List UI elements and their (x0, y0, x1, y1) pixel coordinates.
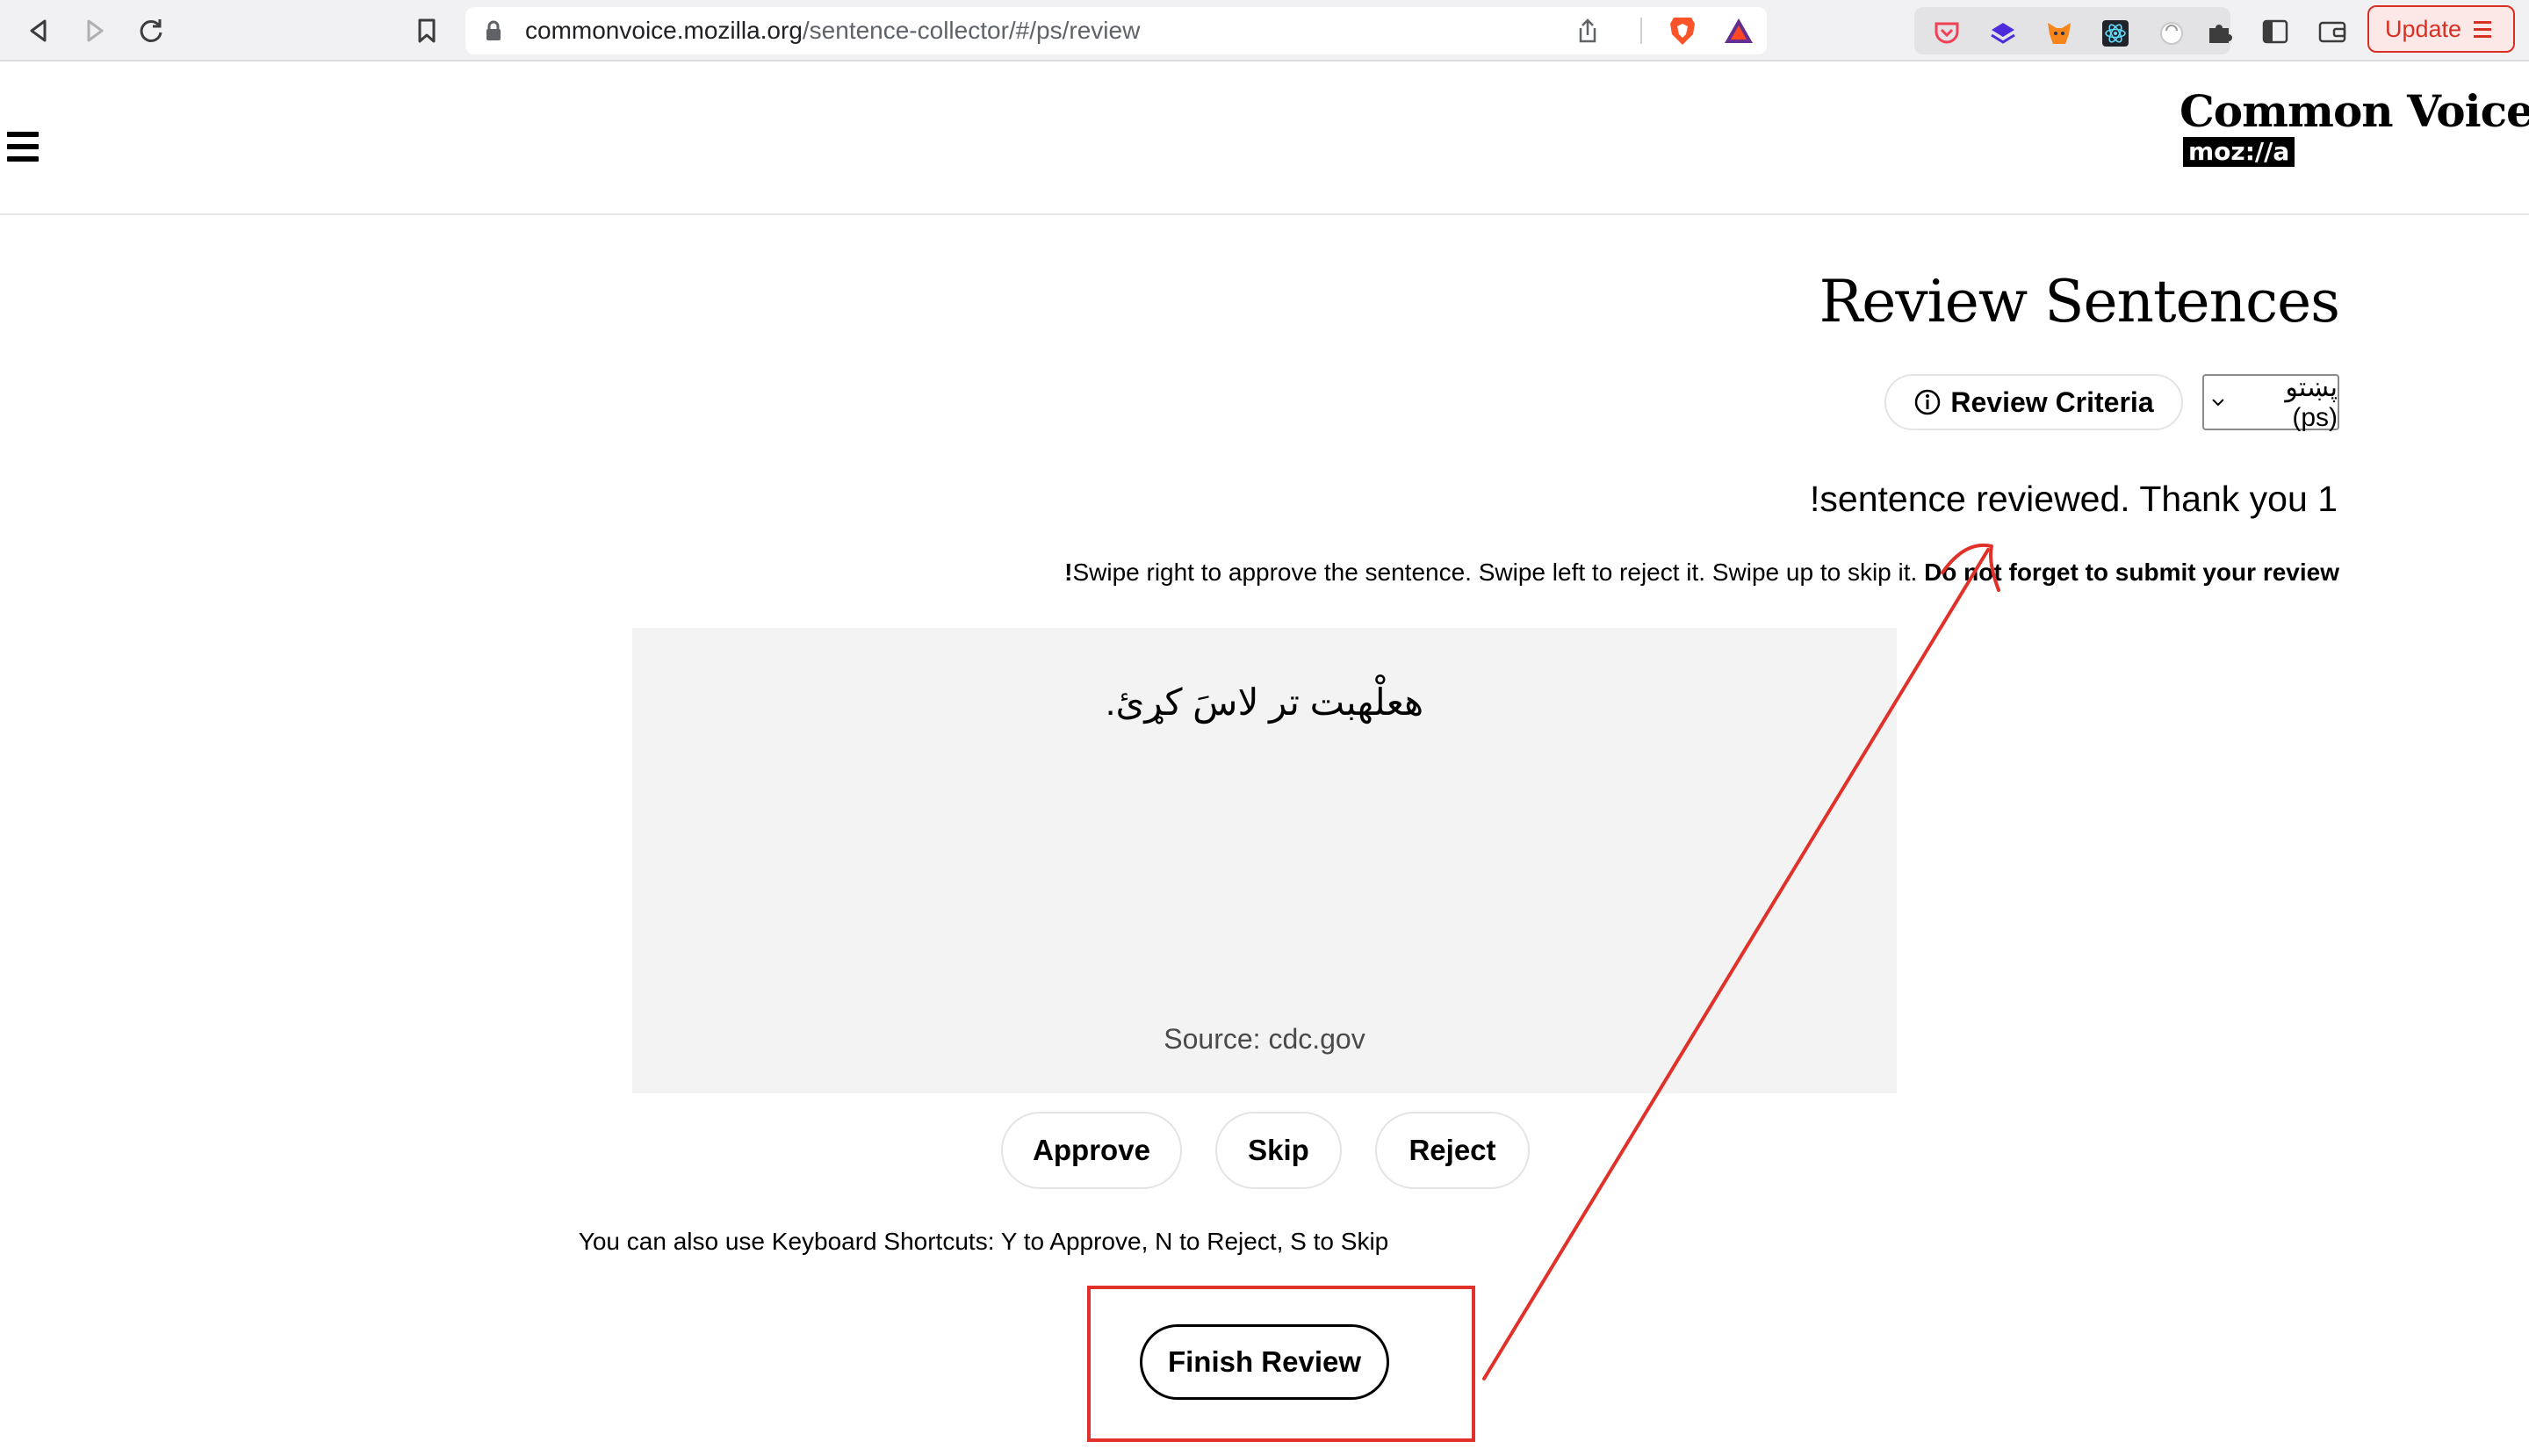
metamask-fox-icon[interactable] (2046, 20, 2072, 47)
url-host: commonvoice.mozilla.org (525, 17, 803, 44)
react-devtools-icon[interactable] (2102, 20, 2129, 47)
lock-icon (486, 20, 501, 40)
site-header: Common Voice moz://a (0, 61, 2529, 215)
sidebar-toggle-icon[interactable] (2262, 19, 2288, 44)
extensions-group (1914, 7, 2230, 54)
review-criteria-button[interactable]: Review Criteria (1884, 374, 2183, 430)
annotation-highlight-box (1087, 1286, 1475, 1442)
reload-icon[interactable] (132, 11, 170, 50)
language-select-value: پښتو (ps) (2285, 372, 2338, 432)
menu-icon (2474, 21, 2492, 38)
chevron-down-icon (2212, 399, 2224, 407)
reject-button[interactable]: Reject (1375, 1112, 1530, 1189)
swipe-instructions: Swipe right to approve the sentence. Swi… (1064, 559, 2339, 587)
info-icon (1915, 389, 1941, 415)
common-voice-logo[interactable]: Common Voice moz://a (2180, 86, 2529, 167)
pocket-icon[interactable] (1934, 20, 1960, 47)
address-bar-divider (1640, 18, 1642, 44)
share-icon[interactable] (1575, 18, 1600, 44)
review-count-message: 1 sentence reviewed. Thank you! (1810, 479, 2338, 519)
mozilla-wordmark: moz://a (2183, 137, 2295, 167)
reject-label: Reject (1409, 1134, 1496, 1166)
approve-button[interactable]: Approve (1001, 1112, 1182, 1189)
brave-rewards-icon[interactable] (1723, 17, 1754, 45)
url-text: commonvoice.mozilla.org/sentence-collect… (525, 7, 1140, 54)
sentence-text: هعلْهبت تر لاسَ کړئ. (1105, 681, 1424, 723)
puzzle-extensions-icon[interactable] (2206, 19, 2232, 46)
back-icon[interactable] (19, 11, 58, 50)
url-path: /sentence-collector/#/ps/review (802, 17, 1141, 44)
skip-label: Skip (1248, 1134, 1309, 1166)
forward-icon[interactable] (76, 11, 114, 50)
brave-shields-icon[interactable] (1668, 15, 1697, 47)
stacked-layers-extension-icon[interactable] (1990, 20, 2016, 47)
approve-label: Approve (1033, 1134, 1150, 1166)
circle-extension-icon[interactable] (2158, 20, 2185, 47)
review-criteria-label: Review Criteria (1950, 386, 2154, 418)
wallet-icon[interactable] (2318, 19, 2346, 44)
bookmark-icon[interactable] (407, 11, 446, 50)
sentence-source: Source: cdc.gov (1164, 1023, 1365, 1055)
update-label: Update (2385, 15, 2462, 42)
sentence-card[interactable]: هعلْهبت تر لاسَ کړئ. Source: cdc.gov (632, 628, 1897, 1093)
update-button[interactable]: Update (2367, 5, 2515, 53)
address-bar[interactable]: commonvoice.mozilla.org/sentence-collect… (465, 7, 1767, 54)
keyboard-shortcuts-hint: You can also use Keyboard Shortcuts: Y t… (578, 1228, 1389, 1255)
language-select[interactable]: پښتو (ps) (2202, 372, 2339, 432)
browser-toolbar: commonvoice.mozilla.org/sentence-collect… (0, 0, 2529, 61)
swipe-instructions-text: Swipe right to approve the sentence. Swi… (1072, 559, 1918, 586)
hamburger-menu-icon[interactable] (7, 132, 39, 162)
page-title: Review Sentences (1819, 268, 2340, 335)
skip-button[interactable]: Skip (1215, 1112, 1342, 1189)
logo-title: Common Voice (2180, 85, 2529, 137)
